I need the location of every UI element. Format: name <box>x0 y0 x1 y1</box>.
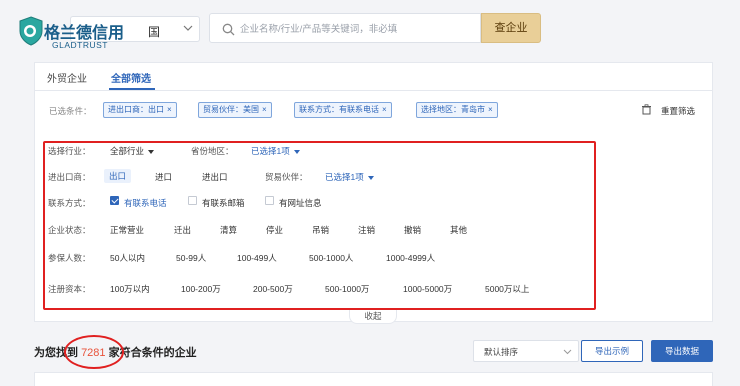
chip-label: 选择地区：青岛市 <box>421 105 485 114</box>
gladtrust-logo[interactable]: 格兰德信用 GLADTRUST <box>18 14 148 54</box>
results-list <box>34 372 713 386</box>
sort-select-value: 默认排序 <box>484 347 519 357</box>
chevron-down-icon <box>563 349 572 355</box>
close-icon[interactable]: × <box>262 105 267 114</box>
chip-partner[interactable]: 贸易伙伴：美国 × <box>198 102 272 118</box>
collapse-button[interactable]: 收起 <box>349 310 397 324</box>
chip-contact[interactable]: 联系方式：有联系电话 × <box>294 102 392 118</box>
reset-filter-label: 重置筛选 <box>661 106 696 116</box>
close-icon[interactable]: × <box>167 105 172 114</box>
export-example-button[interactable]: 导出示例 <box>581 340 643 362</box>
region-select[interactable]: 国 <box>148 16 200 42</box>
close-icon[interactable]: × <box>488 105 493 114</box>
search-box <box>209 13 481 43</box>
chip-region[interactable]: 选择地区：青岛市 × <box>416 102 498 118</box>
tab-bar: 外贸企业 全部筛选 <box>35 63 712 91</box>
selected-conditions: 已选条件： 进出口商：出口 × 贸易伙伴：美国 × 联系方式：有联系电话 × 选择地区… <box>35 91 712 131</box>
region-select-value: 国 <box>148 25 161 39</box>
chip-label: 贸易伙伴：美国 <box>203 105 259 114</box>
tab-foreign-trade[interactable]: 外贸企业 <box>47 70 87 85</box>
active-tab-indicator <box>109 88 155 90</box>
search-input[interactable] <box>240 20 470 38</box>
highlight-box <box>43 141 596 310</box>
chip-label: 进出口商：出口 <box>108 105 164 114</box>
search-icon <box>222 23 235 36</box>
top-search-bar: 国 格兰德信用 GLADTRUST 查企业 <box>0 0 740 62</box>
selected-conditions-label: 已选条件： <box>49 106 92 116</box>
shield-logo-icon <box>19 16 43 46</box>
chip-label: 联系方式：有联系电话 <box>299 105 379 114</box>
trash-icon <box>642 104 651 115</box>
chip-importer[interactable]: 进出口商：出口 × <box>103 102 177 118</box>
export-data-button[interactable]: 导出数据 <box>651 340 713 362</box>
tab-all-filters[interactable]: 全部筛选 <box>111 70 151 85</box>
chevron-down-icon <box>183 25 193 31</box>
highlight-circle <box>64 335 124 369</box>
brand-name-en: GLADTRUST <box>52 40 108 50</box>
close-icon[interactable]: × <box>382 105 387 114</box>
search-button[interactable]: 查企业 <box>481 13 541 43</box>
sort-select[interactable]: 默认排序 <box>473 340 579 362</box>
